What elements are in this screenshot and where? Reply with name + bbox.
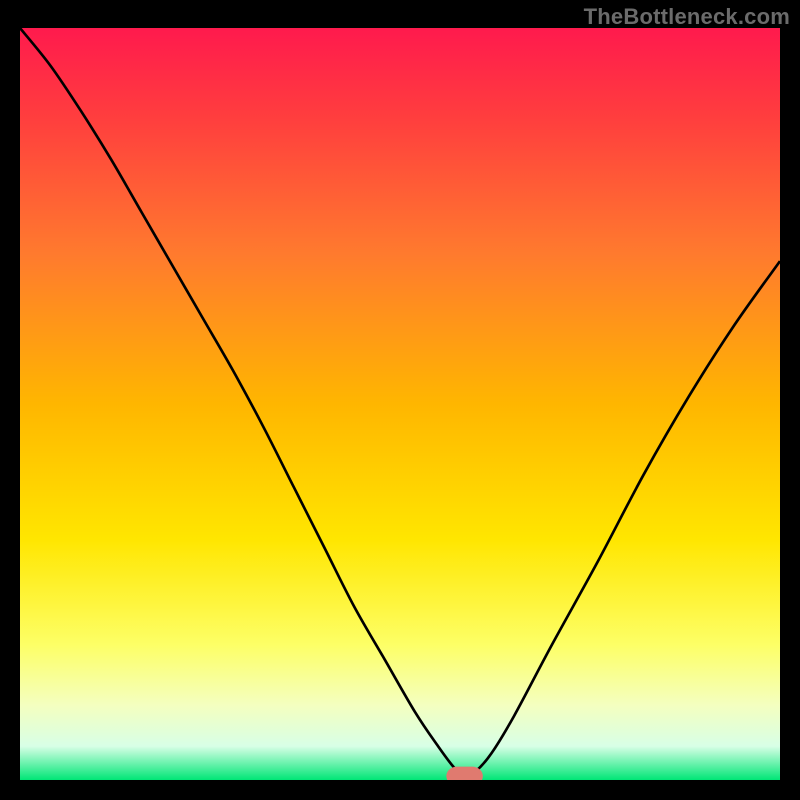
chart-svg (20, 28, 780, 780)
plot-area (20, 28, 780, 780)
minimum-marker (446, 767, 482, 780)
gradient-background (20, 28, 780, 780)
chart-frame: TheBottleneck.com (0, 0, 800, 800)
watermark-text: TheBottleneck.com (584, 4, 790, 30)
